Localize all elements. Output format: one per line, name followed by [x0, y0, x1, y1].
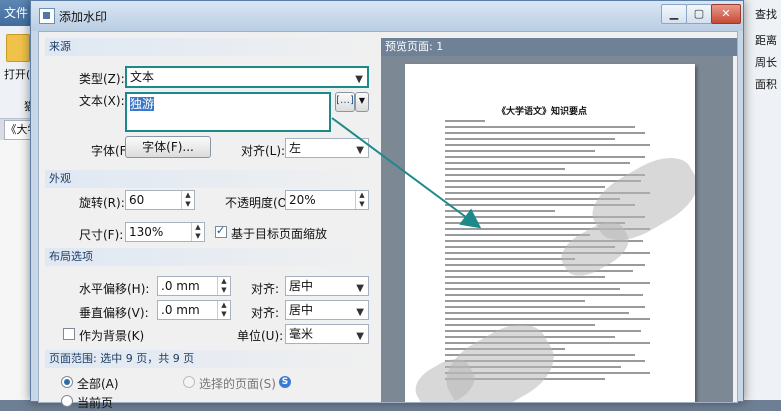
as-background-checkbox[interactable] — [63, 328, 75, 340]
chevron-down-icon: ▼ — [356, 145, 364, 156]
opacity-input[interactable]: 20% ▲ ▼ — [285, 190, 369, 210]
v-offset-label: 垂直偏移(V): — [79, 306, 149, 320]
close-button[interactable]: ✕ — [711, 4, 741, 24]
h-align-label: 对齐: — [251, 282, 280, 296]
v-align-select[interactable]: 居中 ▼ — [285, 300, 369, 320]
dialog-titlebar[interactable]: 添加水印 ▁ ▢ ✕ — [31, 1, 743, 31]
unit-label: 单位(U): — [237, 329, 284, 343]
size-stepper[interactable]: ▲ ▼ — [191, 223, 204, 241]
dialog-client-area: 来源 类型(Z): 文本 ▼ 文本(X): 独游 […] ▼ 字体(F): 字体… — [38, 31, 738, 410]
app-icon — [39, 8, 55, 24]
h-offset-input[interactable]: .0 mm ▲ ▼ — [157, 276, 231, 296]
page-range-selected-radio[interactable] — [183, 376, 195, 388]
page-range-selected-label: 选择的页面(S) — [199, 377, 276, 391]
right-item-distance[interactable]: 距离 — [755, 32, 777, 48]
size-input[interactable]: 130% ▲ ▼ — [125, 222, 205, 242]
add-watermark-dialog: 添加水印 ▁ ▢ ✕ 来源 类型(Z): 文本 ▼ 文本(X): 独游 […] … — [30, 0, 744, 410]
page-range-all-label: 全部(A) — [77, 377, 119, 391]
font-button[interactable]: 字体(F)... — [125, 136, 211, 158]
text-label: 文本(X): — [79, 94, 125, 108]
v-offset-input[interactable]: .0 mm ▲ ▼ — [157, 300, 231, 320]
info-icon[interactable]: S — [279, 376, 291, 388]
v-align-value: 居中 — [289, 303, 314, 317]
preview-page: 《大学语文》知识要点 — [405, 64, 695, 402]
type-label: 类型(Z): — [79, 72, 125, 86]
appearance-section-header: 外观 — [45, 170, 379, 188]
page-range-all-radio[interactable] — [61, 376, 73, 388]
h-offset-value: .0 mm — [161, 279, 200, 293]
maximize-button[interactable]: ▢ — [686, 4, 712, 24]
scale-to-page-checkbox[interactable] — [215, 224, 227, 238]
chevron-down-icon: ▼ — [356, 283, 364, 294]
chevron-down-icon: ▼ — [356, 331, 364, 342]
chevron-down-icon: ▼ — [355, 74, 363, 85]
h-align-select[interactable]: 居中 ▼ — [285, 276, 369, 296]
v-offset-value: .0 mm — [161, 303, 200, 317]
rotation-label: 旋转(R): — [79, 196, 125, 210]
v-align-label: 对齐: — [251, 306, 280, 320]
opacity-stepper[interactable]: ▲ ▼ — [355, 191, 368, 209]
align-select[interactable]: 左 ▼ — [285, 138, 369, 158]
dialog-title: 添加水印 — [59, 10, 108, 24]
menu-file[interactable]: 文件 — [4, 4, 28, 21]
size-label: 尺寸(F): — [79, 228, 124, 242]
open-button[interactable]: 打开( — [4, 66, 30, 82]
h-offset-stepper[interactable]: ▲ ▼ — [217, 277, 230, 295]
watermark-text-input[interactable]: 独游 — [125, 92, 331, 132]
text-options-button[interactable]: […] — [335, 92, 355, 112]
size-value: 130% — [129, 225, 164, 239]
text-options-dropdown[interactable]: ▼ — [355, 92, 369, 112]
page-range-section-header: 页面范围: 选中 9 页，共 9 页 — [45, 350, 379, 368]
right-item-area[interactable]: 面积 — [755, 76, 777, 92]
page-range-current-label: 当前页 — [77, 396, 114, 410]
rotation-stepper[interactable]: ▲ ▼ — [181, 191, 194, 209]
unit-value: 毫米 — [289, 327, 314, 341]
chevron-down-icon: ▼ — [356, 307, 364, 318]
open-folder-icon[interactable] — [6, 34, 30, 62]
align-select-value: 左 — [289, 141, 302, 155]
unit-select[interactable]: 毫米 ▼ — [285, 324, 369, 344]
minimize-button[interactable]: ▁ — [661, 4, 687, 24]
watermark-text-value: 独游 — [130, 97, 155, 111]
type-select[interactable]: 文本 ▼ — [125, 66, 369, 88]
rotation-input[interactable]: 60 ▲ ▼ — [125, 190, 195, 210]
preview-page-title: 《大学语文》知识要点 — [497, 107, 588, 117]
align-label: 对齐(L): — [241, 144, 286, 158]
h-align-value: 居中 — [289, 279, 314, 293]
page-range-current-radio[interactable] — [61, 395, 73, 407]
right-item-perimeter[interactable]: 周长 — [755, 54, 777, 70]
right-item-find[interactable]: 查找 — [755, 6, 777, 22]
source-section-header: 来源 — [45, 38, 379, 56]
preview-header: 预览页面: 1 — [381, 38, 737, 56]
layout-section-header: 布局选项 — [45, 248, 379, 266]
preview-area: 《大学语文》知识要点 — [381, 56, 733, 402]
as-background-label: 作为背景(K) — [79, 329, 145, 343]
h-offset-label: 水平偏移(H): — [79, 282, 150, 296]
type-select-value: 文本 — [130, 70, 155, 84]
rotation-value: 60 — [129, 193, 145, 207]
v-offset-stepper[interactable]: ▲ ▼ — [217, 301, 230, 319]
opacity-value: 20% — [289, 193, 316, 207]
scale-to-page-label: 基于目标页面缩放 — [231, 227, 328, 241]
